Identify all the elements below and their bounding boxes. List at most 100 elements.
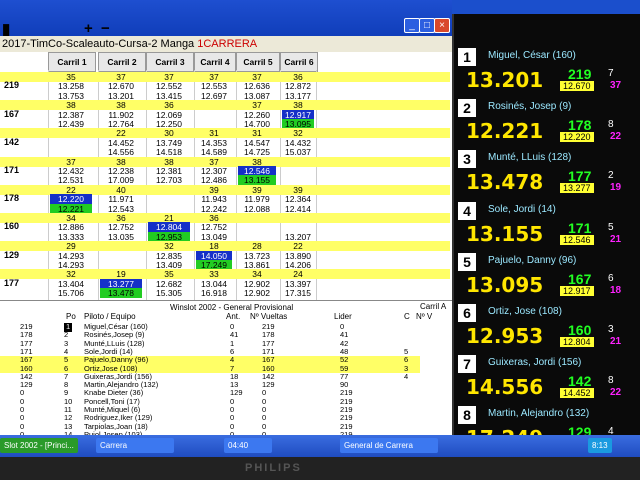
gap-value: 5 bbox=[608, 221, 614, 233]
gap-value: 2 bbox=[608, 170, 614, 182]
lap-times-grid[interactable]: Carril 1 Carril 2 Carril 3 Carril 4 Carril 5… bbox=[0, 52, 452, 300]
taskbar-start-app[interactable]: Slot 2002 - [Princi... bbox=[0, 438, 78, 453]
lap-count: 219 bbox=[568, 66, 592, 82]
leaderboard-entry: 4 Sole, Jordi (14) 13.155 171 12.546 5 21 bbox=[454, 201, 640, 254]
standings-row[interactable]: 0 11 Munté,Miquel (6) 0 0 219 bbox=[0, 405, 420, 415]
lap-count: 171 bbox=[568, 219, 592, 236]
standings-row[interactable]: 219 1 Miguel,César (160) 0 219 0 bbox=[0, 322, 420, 332]
pilot-name: Rosinés, Josep (9) bbox=[488, 101, 572, 113]
leaderboard-entry: 5 Pajuelo, Danny (96) 13.095 167 12.917 6 18 bbox=[454, 252, 640, 305]
maximize-button[interactable]: □ bbox=[419, 18, 435, 33]
col-leader-header: Lider bbox=[334, 312, 352, 321]
standings-row[interactable]: 167 5 Pajuelo,Danny (96) 4 167 52 6 bbox=[0, 356, 420, 365]
lap-time-cell[interactable]: 16.918 bbox=[196, 288, 232, 298]
standings-row[interactable]: 129 8 Martin,Alejandro (132) 13 129 90 bbox=[0, 381, 420, 390]
pit-count: 19 bbox=[610, 182, 622, 194]
monitor-bezel bbox=[0, 457, 640, 480]
row-total-laps: 160 bbox=[4, 221, 20, 232]
col-ant-header: Ant. bbox=[226, 312, 241, 321]
position-box: 6 bbox=[458, 304, 476, 322]
pilot-name: Munté, LLuis (128) bbox=[488, 152, 572, 164]
standings-row[interactable]: 160 6 Ortiz,Jose (108) 7 160 59 3 bbox=[0, 364, 420, 373]
lap-time: 14.556 bbox=[466, 375, 544, 400]
pit-count: 22 bbox=[610, 387, 622, 399]
standings-row[interactable]: 0 10 Poncell,Toni (17) 0 0 219 bbox=[0, 397, 420, 407]
leaderboard-entry: 1 Miguel, César (160) 13.201 219 12.670 7 37 bbox=[454, 48, 640, 100]
taskbar-clock: 8:13 bbox=[588, 438, 612, 453]
add-icon[interactable]: + bbox=[84, 20, 93, 37]
general-standings-table[interactable]: Winslot 2002 - General Provisional Po Pi… bbox=[0, 300, 452, 438]
leaderboard-entry: 7 Guixeras, Jordi (156) 14.556 142 14.452 8 22 bbox=[454, 355, 640, 407]
lane-header-1[interactable]: Carril 1 bbox=[48, 52, 96, 72]
lap-count: 177 bbox=[568, 168, 592, 185]
lap-time-cell[interactable]: 17.315 bbox=[282, 288, 314, 298]
standings-row[interactable]: 0 13 Tarpiolas,Joan (18) 0 0 219 bbox=[0, 422, 420, 432]
minimize-button[interactable]: _ bbox=[404, 18, 420, 33]
lap-time: 13.201 bbox=[466, 68, 544, 92]
pit-count: 37 bbox=[610, 80, 622, 91]
lane-header-5[interactable]: Carril 5 bbox=[236, 52, 280, 72]
lap-count: 160 bbox=[568, 322, 592, 338]
row-total-laps: 167 bbox=[4, 108, 20, 119]
best-lap: 12.670 bbox=[560, 81, 594, 91]
lane-header-3[interactable]: Carril 3 bbox=[146, 52, 194, 72]
best-lap: 12.804 bbox=[560, 337, 594, 347]
row-total-laps: 178 bbox=[4, 193, 20, 204]
col-lane-header: Carril A bbox=[420, 302, 447, 311]
standings-row[interactable]: 0 12 Rodriguez,Iker (129) 0 0 219 bbox=[0, 414, 420, 423]
position-box: 4 bbox=[458, 201, 476, 220]
lane-header-6[interactable]: Carril 6 bbox=[280, 52, 318, 72]
lap-time: 12.953 bbox=[466, 324, 544, 348]
position-box: 3 bbox=[458, 150, 476, 169]
standings-row[interactable]: 178 2 Rosinés,Josep (9) 41 178 41 bbox=[0, 331, 420, 340]
best-lap: 12.220 bbox=[560, 132, 594, 143]
pit-count: 21 bbox=[610, 336, 622, 347]
pilot-name: Miguel, César (160) bbox=[488, 50, 576, 61]
gap-value: 3 bbox=[608, 324, 614, 335]
position-box: 2 bbox=[458, 99, 476, 118]
leaderboard-entry: 2 Rosinés, Josep (9) 12.221 178 12.220 8 22 bbox=[454, 99, 640, 151]
row-total-laps: 142 bbox=[4, 136, 20, 147]
leaderboard-panel: 1 Miguel, César (160) 13.201 219 12.670 7 37 2 R… bbox=[452, 14, 640, 450]
lap-count: 142 bbox=[568, 373, 592, 390]
standings-row[interactable]: 142 7 Guixeras,Jordi (156) 18 142 77 4 bbox=[0, 371, 420, 382]
lap-time-cell[interactable]: 13.478 bbox=[100, 288, 142, 299]
pilot-name: Guixeras, Jordi (156) bbox=[488, 357, 582, 369]
desktop-screen: ▮ + − _ □ × 2017-TimCo-Scaleauto-Cursa-2… bbox=[0, 0, 640, 470]
taskbar-task-carrera[interactable]: Carrera bbox=[96, 438, 174, 453]
row-total-laps: 219 bbox=[4, 80, 20, 91]
standings-row[interactable]: 171 4 Sole,Jordi (14) 6 171 48 5 bbox=[0, 347, 420, 357]
lane-header-2[interactable]: Carril 2 bbox=[98, 52, 146, 72]
taskbar-task-general[interactable]: General de Carrera bbox=[340, 438, 438, 453]
position-box: 8 bbox=[458, 406, 476, 425]
leaderboard-entry: 6 Ortiz, Jose (108) 12.953 160 12.804 3 21 bbox=[454, 304, 640, 356]
close-button[interactable]: × bbox=[434, 18, 450, 33]
col-nv-header: Nº V bbox=[416, 312, 433, 321]
standings-c: 4 bbox=[404, 371, 409, 381]
remove-icon[interactable]: − bbox=[101, 20, 110, 37]
pit-count: 21 bbox=[610, 233, 622, 245]
leaderboard-entry: 3 Munté, LLuis (128) 13.478 177 13.277 2 19 bbox=[454, 150, 640, 202]
lap-time: 13.478 bbox=[466, 170, 544, 195]
col-pilot-header: Piloto / Equipo bbox=[84, 312, 136, 321]
lap-time-cell[interactable]: 15.305 bbox=[148, 288, 190, 298]
lane-header-4[interactable]: Carril 4 bbox=[194, 52, 236, 72]
pilot-name: Pajuelo, Danny (96) bbox=[488, 254, 577, 266]
lap-time-cell[interactable]: 12.902 bbox=[238, 288, 276, 298]
monitor-brand: PHILIPS bbox=[245, 462, 302, 474]
best-lap: 13.277 bbox=[560, 183, 594, 194]
row-total-laps: 171 bbox=[4, 165, 20, 175]
lap-count: 167 bbox=[568, 270, 592, 287]
row-total-laps: 129 bbox=[4, 249, 20, 260]
standings-row[interactable]: 0 9 Knabe Dieter (36) 129 0 219 bbox=[0, 389, 420, 398]
window-title: 2017-TimCo-Scaleauto-Cursa-2 Manga 1CARR… bbox=[2, 38, 258, 50]
col-pos-header: Po bbox=[66, 312, 76, 321]
col-laps-header: Nº Vueltas bbox=[250, 312, 288, 321]
standings-row[interactable]: 177 3 Munté,LLuis (128) 1 177 42 bbox=[0, 339, 420, 349]
row-total-laps: 177 bbox=[4, 277, 20, 288]
gap-value: 8 bbox=[608, 119, 614, 131]
best-lap: 12.546 bbox=[560, 234, 594, 245]
gap-value: 8 bbox=[608, 375, 614, 387]
taskbar-task-clock[interactable]: 04:40 bbox=[224, 438, 272, 453]
lap-time-cell[interactable]: 15.706 bbox=[50, 288, 92, 298]
